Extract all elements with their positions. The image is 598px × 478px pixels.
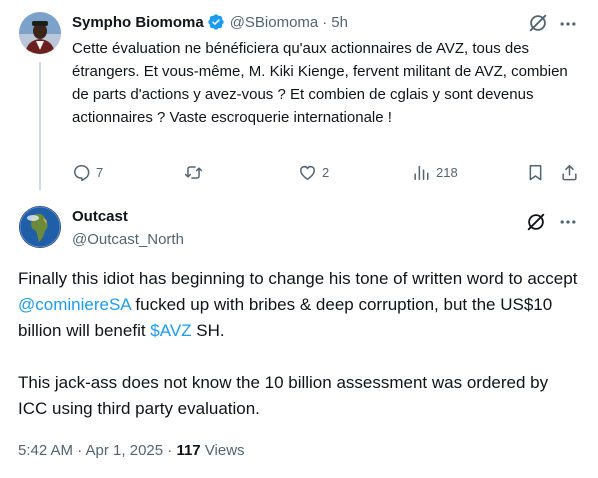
author-name[interactable]: Outcast (72, 208, 128, 225)
avatar[interactable] (19, 206, 61, 248)
bookmark-icon (529, 164, 542, 180)
timestamp[interactable]: 5:42 AM · Apr 1, 2025 (18, 442, 163, 459)
grok-icon[interactable] (527, 12, 549, 39)
text-segment: Finally this idiot has beginning to chan… (18, 269, 578, 288)
reply-icon (74, 164, 90, 181)
tweet2-paragraph: Finally this idiot has beginning to chan… (18, 266, 578, 344)
author-handle[interactable]: @Outcast_North (72, 231, 184, 248)
avatar-photo (19, 12, 61, 54)
views-count: 117 (176, 442, 201, 459)
share-button[interactable] (560, 160, 579, 184)
like-button[interactable]: 2 (298, 160, 329, 184)
author-handle[interactable]: @SBiomoma (230, 14, 319, 31)
tweet2-paragraph: This jack-ass does not know the 10 billi… (18, 373, 549, 418)
reply-button[interactable]: 7 (72, 160, 103, 184)
grok-icon[interactable] (525, 211, 547, 238)
reply-count: 7 (96, 164, 104, 180)
mention-link[interactable]: @cominiereSA (18, 295, 131, 314)
tweet2-text: Finally this idiot has beginning to chan… (18, 266, 578, 448)
verified-badge-icon (207, 13, 225, 31)
tweet-meta: 5:42 AM · Apr 1, 2025 · 117 Views (18, 442, 245, 459)
like-icon (300, 165, 315, 180)
separator-dot: · (322, 13, 328, 31)
views-button[interactable]: 218 (412, 160, 458, 184)
views-icon (414, 165, 429, 180)
post-time[interactable]: 5h (331, 14, 348, 31)
text-segment: SH. (191, 321, 225, 340)
retweet-icon (184, 165, 203, 179)
more-icon[interactable] (558, 212, 578, 237)
author-name[interactable]: Sympho Biomoma (72, 14, 204, 31)
thread-connector-line (39, 62, 41, 190)
avatar[interactable] (19, 12, 61, 54)
tweet1-header: Sympho Biomoma @SBiomoma · 5h (72, 13, 348, 31)
more-icon[interactable] (558, 14, 578, 39)
cashtag-link[interactable]: $AVZ (150, 321, 191, 340)
tweet1-actions: 7 2 218 (72, 160, 584, 184)
tweet1-text: Cette évaluation ne bénéficiera qu'aux a… (72, 40, 568, 126)
retweet-button[interactable] (184, 160, 208, 184)
like-count: 2 (322, 164, 330, 180)
avatar-globe (19, 206, 61, 248)
separator-dot: · (163, 442, 177, 459)
views-label: Views (204, 442, 245, 459)
views-count: 218 (436, 164, 458, 180)
share-icon (562, 164, 577, 180)
bookmark-button[interactable] (526, 160, 545, 184)
